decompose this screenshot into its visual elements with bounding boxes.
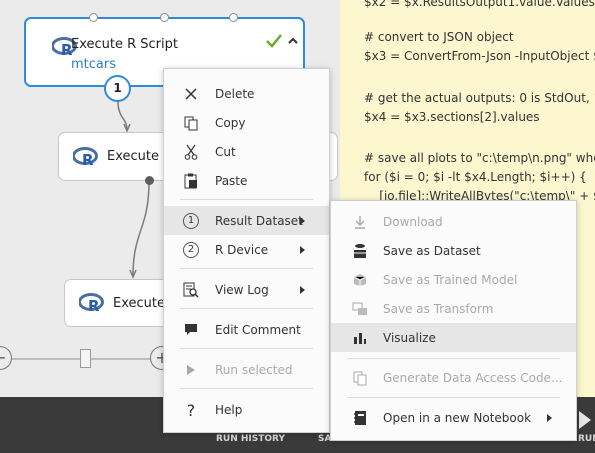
number-2-circle-icon: 2 (183, 242, 199, 258)
input-port[interactable] (160, 13, 169, 22)
menu-item-copy[interactable]: Copy (164, 108, 329, 137)
chevron-right-icon (300, 217, 305, 225)
code-line: $x3 = ConvertFrom-Json -InputObject $x2 (364, 49, 595, 63)
menu-item-help[interactable]: ? Help (164, 395, 329, 424)
menu-separator (180, 199, 313, 200)
menu-item-download[interactable]: Download (331, 207, 576, 236)
menu-separator (180, 308, 313, 309)
run-play-icon[interactable] (579, 411, 591, 429)
menu-item-run-selected[interactable]: Run selected (164, 355, 329, 384)
paste-icon (183, 173, 199, 189)
menu-item-cut[interactable]: Cut (164, 137, 329, 166)
copy-icon (183, 115, 199, 131)
help-icon: ? (186, 400, 196, 420)
comment-icon (183, 322, 199, 338)
play-icon (183, 362, 199, 378)
input-port[interactable] (229, 13, 238, 22)
menu-item-save-as-dataset[interactable]: Save as Dataset (331, 236, 576, 265)
copy-code-icon (352, 370, 368, 386)
module-subtitle: mtcars (71, 57, 116, 72)
module-title: Execute R Script (71, 37, 178, 52)
run-button[interactable]: RUN (578, 434, 595, 444)
zoom-slider-thumb[interactable] (80, 349, 91, 368)
bar-chart-icon (352, 330, 368, 346)
chevron-right-icon (547, 414, 552, 422)
output-port[interactable] (145, 176, 154, 185)
menu-item-visualize[interactable]: Visualize (331, 323, 576, 352)
menu-separator (180, 388, 313, 389)
number-1-circle-icon: 1 (183, 213, 199, 229)
svg-text:R: R (82, 151, 94, 167)
dataset-icon (352, 243, 368, 259)
r-logo-icon: R (73, 146, 98, 167)
menu-item-paste[interactable]: Paste (164, 166, 329, 195)
code-line: # get the actual outputs: 0 is StdOut, 1… (364, 91, 595, 105)
output-port-1[interactable]: 1 (104, 75, 131, 102)
result-dataset-submenu: Download Save as Dataset Save as Trained… (330, 200, 577, 441)
download-icon (352, 214, 368, 230)
menu-item-view-log[interactable]: View Log (164, 275, 329, 304)
scissors-icon (183, 144, 199, 160)
menu-item-r-device[interactable]: 2 R Device (164, 235, 329, 264)
code-line: $x4 = $x3.sections[2].values (364, 110, 540, 124)
chevron-right-icon (300, 286, 305, 294)
menu-item-edit-comment[interactable]: Edit Comment (164, 315, 329, 344)
code-line: # convert to JSON object (364, 30, 514, 44)
notebook-icon (352, 410, 368, 426)
menu-item-result-dataset[interactable]: 1 Result Dataset (164, 206, 329, 235)
chevron-right-icon (300, 246, 305, 254)
input-port[interactable] (89, 13, 98, 22)
menu-separator (347, 358, 560, 359)
context-menu: Delete Copy Cut Paste 1 Result Dataset 2… (163, 68, 330, 433)
menu-item-open-in-new-notebook[interactable]: Open in a new Notebook (331, 403, 576, 432)
menu-item-save-as-trained-model[interactable]: Save as Trained Model (331, 265, 576, 294)
menu-separator (180, 348, 313, 349)
trained-model-icon (352, 272, 368, 288)
run-history-button[interactable]: RUN HISTORY (216, 434, 285, 444)
svg-text:R: R (88, 297, 100, 313)
menu-separator (347, 397, 560, 398)
code-line: for ($i = 0; $i -lt $x4.Length; $i++) { (364, 170, 587, 184)
menu-item-generate-data-access-code[interactable]: Generate Data Access Code... (331, 363, 576, 392)
menu-item-save-as-transform[interactable]: Save as Transform (331, 294, 576, 323)
code-line: # save all plots to "c:\temp\n.png" wher… (364, 151, 595, 165)
close-icon (183, 86, 199, 102)
code-line: $x2 = $x.ResultsOutput1.value.Values (364, 0, 595, 9)
checkmark-icon (266, 34, 282, 48)
menu-separator (180, 268, 313, 269)
menu-item-delete[interactable]: Delete (164, 79, 329, 108)
log-icon (183, 282, 199, 298)
chevron-up-icon[interactable] (287, 35, 299, 47)
r-logo-icon: R (79, 293, 104, 313)
transform-icon (352, 301, 368, 317)
